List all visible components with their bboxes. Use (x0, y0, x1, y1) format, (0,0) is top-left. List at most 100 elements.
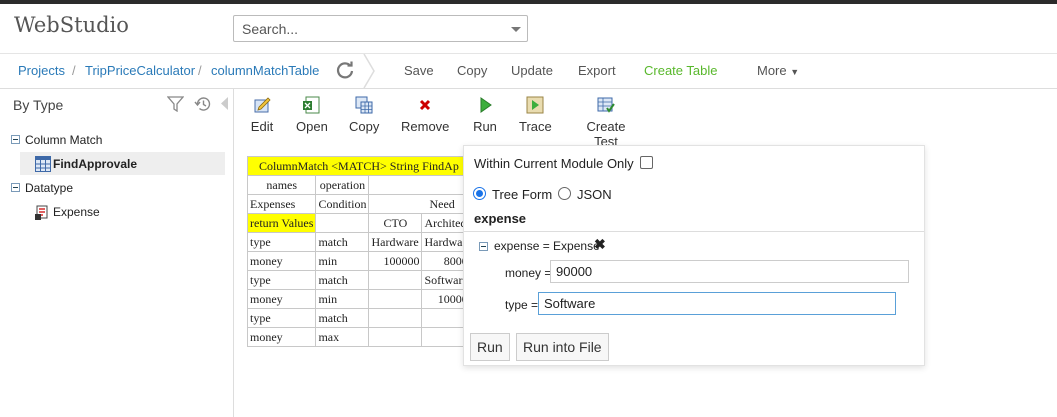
copy-table-label: Copy (349, 119, 380, 134)
table-cell[interactable] (315, 213, 370, 233)
datatype-icon (35, 205, 48, 220)
table-cell[interactable] (368, 270, 423, 290)
tree-node-expense[interactable]: Expense (53, 205, 100, 219)
more-menu[interactable]: More ▼ (757, 63, 799, 78)
tree-toggle-icon[interactable] (11, 183, 20, 192)
table-cell[interactable]: operation (315, 175, 370, 195)
table-row: type match Software (246, 270, 471, 290)
type-label: type = (505, 298, 539, 312)
close-icon[interactable]: ✖ (594, 236, 606, 253)
collapse-sidebar-icon[interactable] (220, 97, 229, 110)
edit-label: Edit (250, 119, 274, 134)
table-cell[interactable]: match (315, 308, 370, 328)
breadcrumb-projects[interactable]: Projects (18, 63, 65, 78)
table-cell[interactable]: return Values (246, 213, 317, 233)
tree-node-datatype[interactable]: Datatype (25, 181, 73, 195)
trace-label: Trace (519, 119, 552, 134)
edit-button[interactable]: Edit (250, 96, 274, 134)
table-row: names operation (246, 175, 471, 195)
edit-icon (254, 97, 271, 113)
table-row: return Values CTO Architec (246, 213, 471, 233)
refresh-icon[interactable] (335, 60, 355, 80)
trace-button[interactable]: Trace (519, 96, 552, 134)
app-logo[interactable]: WebStudio (14, 13, 129, 37)
table-cell[interactable]: min (315, 251, 370, 271)
search-input[interactable] (234, 16, 499, 41)
table-cell[interactable]: money (246, 289, 317, 309)
table-cell[interactable]: money (246, 251, 317, 271)
table-cell[interactable]: type (246, 232, 317, 252)
table-cell[interactable]: type (246, 308, 317, 328)
tree-toggle-icon[interactable] (11, 135, 20, 144)
breadcrumb-toolbar: Projects / TripPriceCalculator / columnM… (0, 53, 1057, 89)
table-cell[interactable]: Hardware (368, 232, 423, 252)
table-row: type match Hardware Hardwa (246, 232, 471, 252)
table-cell[interactable]: CTO (368, 213, 423, 233)
export-button[interactable]: Export (578, 63, 616, 78)
save-button[interactable]: Save (404, 63, 434, 78)
table-cell[interactable] (368, 308, 423, 328)
type-input[interactable] (538, 292, 896, 315)
table-cell[interactable] (368, 175, 471, 195)
history-icon[interactable] (194, 95, 212, 113)
open-button[interactable]: Open (296, 96, 328, 134)
table-row: type match (246, 308, 471, 328)
table-header-cell[interactable]: ColumnMatch <MATCH> String FindAp (247, 156, 471, 176)
within-module-checkbox[interactable] (640, 156, 653, 169)
remove-button[interactable]: Remove (401, 96, 449, 134)
json-radio[interactable] (558, 187, 571, 200)
copy-table-icon (355, 96, 373, 114)
breadcrumb-project[interactable]: TripPriceCalculator (85, 63, 195, 78)
table-cell[interactable]: max (315, 327, 370, 347)
table-cell[interactable]: Expenses (246, 194, 317, 214)
table-cell[interactable] (368, 327, 423, 347)
tree-form-radio[interactable] (473, 187, 486, 200)
table-cell[interactable]: Condition (315, 194, 370, 214)
sidebar-title: By Type (13, 97, 64, 113)
table-cell[interactable]: min (315, 289, 370, 309)
table-cell[interactable]: type (246, 270, 317, 290)
table-cell[interactable]: money (246, 327, 317, 347)
trace-icon (526, 96, 544, 114)
excel-icon (303, 96, 320, 114)
breadcrumb-table[interactable]: columnMatchTable (211, 63, 319, 78)
more-label: More (757, 63, 787, 78)
create-table-button[interactable]: Create Table (644, 63, 717, 78)
table-cell[interactable]: names (246, 175, 317, 195)
table-cell[interactable]: match (315, 232, 370, 252)
tree-node-findapprovale[interactable]: FindApprovale (53, 157, 137, 171)
top-border (0, 0, 1057, 4)
table-row: money min 10000 (246, 289, 471, 309)
create-test-button[interactable]: Create Test (573, 96, 639, 149)
table-cell[interactable]: Need (368, 194, 471, 214)
json-label: JSON (577, 187, 612, 202)
money-input[interactable] (550, 260, 909, 283)
within-module-label: Within Current Module Only (474, 156, 634, 171)
search-dropdown-icon[interactable] (511, 27, 521, 32)
sidebar: By Type Column Match FindApprovale Datat… (0, 89, 234, 417)
run-params-button[interactable]: Run (470, 333, 510, 361)
run-button[interactable]: Run (473, 96, 497, 134)
table-cell[interactable]: 100000 (368, 251, 423, 271)
table-cell[interactable] (368, 289, 423, 309)
table-row: Expenses Condition Need (246, 194, 471, 214)
table-cell[interactable]: match (315, 270, 370, 290)
update-button[interactable]: Update (511, 63, 553, 78)
table-icon (35, 156, 51, 172)
chevron-separator-icon (363, 54, 375, 88)
run-into-file-button[interactable]: Run into File (516, 333, 609, 361)
tree-toggle-icon[interactable] (479, 242, 488, 251)
copy-table-button[interactable]: Copy (349, 96, 379, 134)
open-label: Open (296, 119, 328, 134)
play-icon (480, 97, 492, 113)
search-box[interactable] (233, 15, 528, 42)
delete-icon (419, 99, 431, 111)
tree-form-label: Tree Form (492, 187, 553, 202)
copy-button[interactable]: Copy (457, 63, 487, 78)
breadcrumb-separator: / (198, 63, 202, 78)
chevron-down-icon: ▼ (790, 67, 800, 77)
table-row: ColumnMatch <MATCH> String FindAp (247, 156, 471, 176)
tree-node-column-match[interactable]: Column Match (25, 133, 102, 147)
decision-table: ColumnMatch <MATCH> String FindAp names … (246, 156, 471, 347)
filter-icon[interactable] (167, 96, 184, 112)
